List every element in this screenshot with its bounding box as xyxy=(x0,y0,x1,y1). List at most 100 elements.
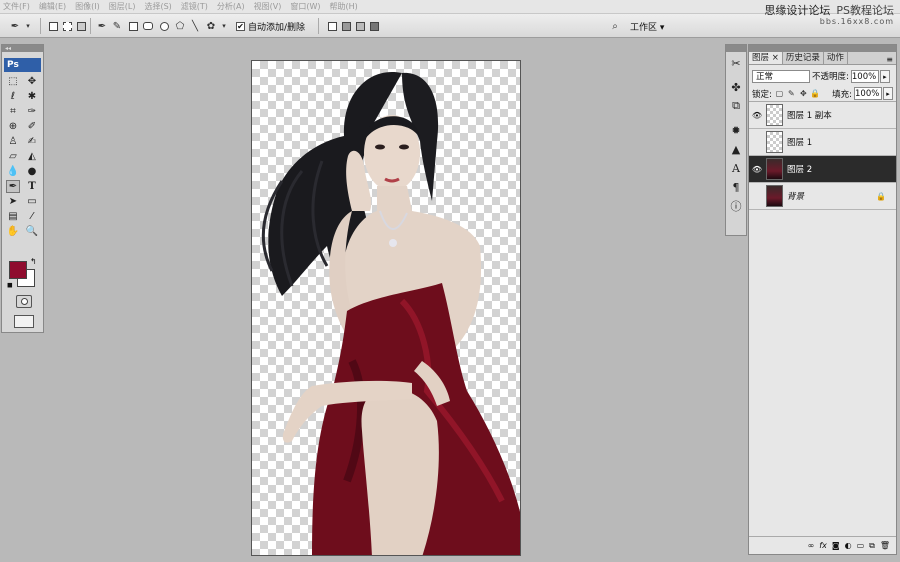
rectangle-shape-icon[interactable]: ▭ xyxy=(25,195,39,208)
blend-mode-select[interactable]: 正常 xyxy=(752,69,810,83)
blur-icon[interactable]: 💧 xyxy=(6,165,20,178)
layer-mask-icon[interactable]: ◙ xyxy=(832,541,840,550)
combine-icon[interactable] xyxy=(325,19,339,33)
layer-thumbnail xyxy=(766,104,783,126)
new-layer-icon[interactable]: ⧉ xyxy=(869,541,875,551)
tab-layers[interactable]: 图层 × xyxy=(749,52,783,64)
type-icon[interactable]: T xyxy=(25,180,39,193)
lock-all-icon[interactable]: 🔒 xyxy=(810,89,820,98)
ellipse-icon[interactable] xyxy=(157,19,171,33)
move-icon[interactable]: ✥ xyxy=(25,75,39,88)
layer-row[interactable]: 图层 1 xyxy=(749,129,896,156)
histogram-icon[interactable]: ▲ xyxy=(728,141,744,157)
default-colors-icon[interactable]: ◼ xyxy=(7,281,13,289)
tool-presets-icon[interactable]: ✂ xyxy=(728,55,744,71)
paint-bucket-icon[interactable]: ◭ xyxy=(25,150,39,163)
fill-pixels-icon[interactable] xyxy=(74,19,88,33)
layer-style-icon[interactable]: fx xyxy=(819,541,827,550)
menu-file[interactable]: 文件(F) xyxy=(3,1,30,12)
pen-icon[interactable]: ✒ xyxy=(95,19,109,33)
paragraph-icon[interactable]: ¶ xyxy=(728,179,744,195)
swap-colors-icon[interactable]: ↰ xyxy=(30,257,37,266)
lock-pixels-icon[interactable]: ✎ xyxy=(787,89,796,98)
dodge-icon[interactable]: ● xyxy=(25,165,39,178)
eyedropper-icon[interactable]: ✑ xyxy=(25,105,39,118)
pen-icon[interactable]: ✒ xyxy=(6,180,20,193)
link-layers-icon[interactable]: ∞ xyxy=(808,541,815,550)
brushes-icon[interactable]: ✤ xyxy=(728,79,744,95)
pen-tool-preset-icon[interactable]: ✒ xyxy=(8,19,22,33)
intersect-icon[interactable] xyxy=(353,19,367,33)
navigator-icon[interactable]: ✹ xyxy=(728,122,744,138)
panel-menu-icon[interactable]: ≡ xyxy=(886,55,896,64)
menu-analysis[interactable]: 分析(A) xyxy=(217,1,245,12)
layer-row-selected[interactable]: 👁 图层 2 xyxy=(749,156,896,183)
new-group-icon[interactable]: ▭ xyxy=(857,541,865,550)
menu-window[interactable]: 窗口(W) xyxy=(290,1,320,12)
checkbox-check-icon[interactable]: ✔ xyxy=(236,22,245,31)
freeform-pen-icon[interactable]: ✎ xyxy=(110,19,124,33)
clone-source-icon[interactable]: ⧉ xyxy=(728,98,744,114)
path-selection-icon[interactable]: ➤ xyxy=(6,195,20,208)
menu-edit[interactable]: 编辑(E) xyxy=(39,1,66,12)
magic-wand-icon[interactable]: ✱ xyxy=(25,90,39,103)
eye-icon[interactable]: 👁 xyxy=(749,111,765,120)
workspace-button[interactable]: 工作区 ▾ xyxy=(630,19,664,33)
menu-help[interactable]: 帮助(H) xyxy=(330,1,358,12)
menu-image[interactable]: 图像(I) xyxy=(75,1,100,12)
rectangle-icon[interactable] xyxy=(126,19,140,33)
lasso-icon[interactable]: ℓ xyxy=(6,90,20,103)
eyedropper2-icon[interactable]: ⁄ xyxy=(25,210,39,223)
auto-add-delete-checkbox[interactable]: ✔ 自动添加/删除 xyxy=(236,20,305,33)
fill-arrow-icon[interactable]: ▸ xyxy=(883,87,893,100)
bridge-icon[interactable]: ⌕ xyxy=(608,19,622,33)
screen-mode-icon[interactable] xyxy=(14,315,34,328)
fill-input[interactable]: 100% xyxy=(854,87,882,100)
history-brush-icon[interactable]: ✍ xyxy=(25,135,39,148)
layer-row-background[interactable]: 背景 🔒 xyxy=(749,183,896,210)
menu-view[interactable]: 视图(V) xyxy=(254,1,282,12)
paths-mode-icon[interactable] xyxy=(60,19,74,33)
brush-icon[interactable]: ✐ xyxy=(25,120,39,133)
opacity-arrow-icon[interactable]: ▸ xyxy=(879,69,890,83)
layer-row[interactable]: 👁 图层 1 副本 xyxy=(749,102,896,129)
tab-actions[interactable]: 动作 xyxy=(824,52,848,64)
rounded-rectangle-icon[interactable] xyxy=(141,19,155,33)
zoom-icon[interactable]: 🔍 xyxy=(25,225,39,238)
eye-icon[interactable]: 👁 xyxy=(749,165,765,174)
lock-transparency-icon[interactable]: ▢ xyxy=(775,89,784,98)
menu-filter[interactable]: 滤镜(T) xyxy=(181,1,208,12)
layer-name: 背景 xyxy=(787,192,805,202)
hand-icon[interactable]: ✋ xyxy=(6,225,20,238)
lock-position-icon[interactable]: ✥ xyxy=(799,89,808,98)
geometry-options-icon[interactable]: ▾ xyxy=(220,19,228,33)
opacity-input[interactable]: 100% xyxy=(850,69,879,83)
dock-grip[interactable] xyxy=(726,45,746,52)
delete-layer-icon[interactable]: 🗑 xyxy=(880,541,890,550)
preset-dropdown-icon[interactable]: ▾ xyxy=(24,19,32,33)
lock-label: 锁定: xyxy=(752,89,772,100)
adjustment-layer-icon[interactable]: ◐ xyxy=(845,541,852,550)
crop-icon[interactable]: ⌗ xyxy=(6,105,20,118)
document-canvas[interactable] xyxy=(251,60,521,556)
clone-stamp-icon[interactable]: ♙ xyxy=(6,135,20,148)
layers-panel-grip[interactable] xyxy=(749,45,896,52)
toolbox-grip[interactable]: ◂◂ xyxy=(2,45,43,52)
tab-history[interactable]: 历史记录 xyxy=(783,52,824,64)
notes-icon[interactable]: ▤ xyxy=(6,210,20,223)
menu-select[interactable]: 选择(S) xyxy=(144,1,171,12)
polygon-icon[interactable]: ⬠ xyxy=(173,19,187,33)
quick-mask-icon[interactable] xyxy=(16,295,32,308)
marquee-icon[interactable]: ⬚ xyxy=(6,75,20,88)
foreground-color-swatch[interactable] xyxy=(9,261,27,279)
shape-layers-icon[interactable] xyxy=(46,19,60,33)
character-icon[interactable]: A xyxy=(728,160,744,176)
info-icon[interactable]: ⓘ xyxy=(728,198,744,214)
healing-brush-icon[interactable]: ⊕ xyxy=(6,120,20,133)
line-icon[interactable]: ╲ xyxy=(188,19,202,33)
exclude-icon[interactable] xyxy=(367,19,381,33)
subtract-icon[interactable] xyxy=(339,19,353,33)
eraser-icon[interactable]: ▱ xyxy=(6,150,20,163)
custom-shape-icon[interactable]: ✿ xyxy=(204,19,218,33)
menu-layer[interactable]: 图层(L) xyxy=(109,1,136,12)
